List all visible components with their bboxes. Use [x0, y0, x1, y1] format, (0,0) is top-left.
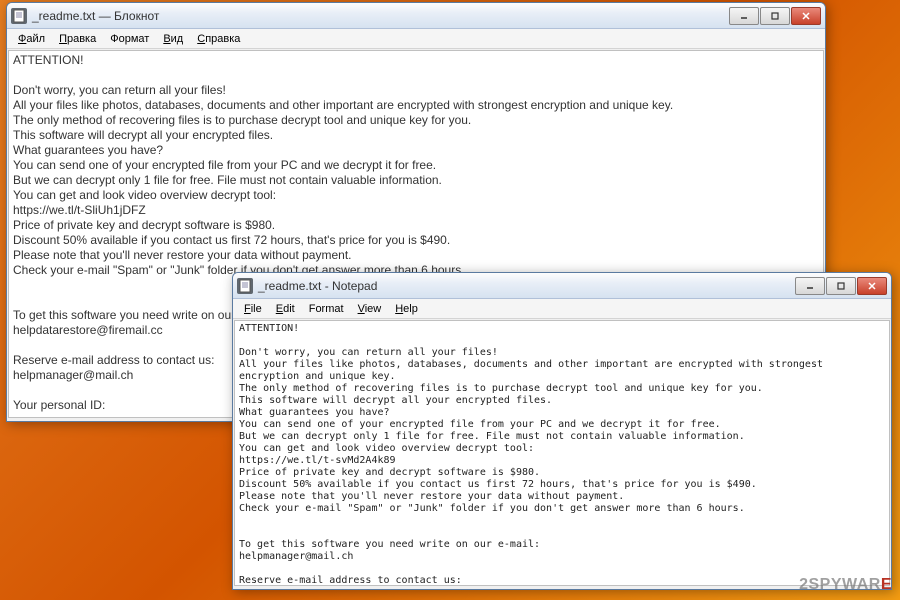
window-controls — [795, 277, 887, 295]
watermark: 2SPYWARE — [799, 576, 892, 594]
titlebar[interactable]: _readme.txt - Notepad — [233, 273, 891, 299]
menu-view[interactable]: View — [351, 301, 389, 317]
maximize-button[interactable] — [760, 7, 790, 25]
maximize-button[interactable] — [826, 277, 856, 295]
menu-view[interactable]: Вид — [156, 31, 190, 47]
menubar: Файл Правка Формат Вид Справка — [7, 29, 825, 49]
notepad-icon — [237, 278, 253, 294]
menu-edit[interactable]: Edit — [269, 301, 302, 317]
minimize-button[interactable] — [729, 7, 759, 25]
menu-format[interactable]: Format — [302, 301, 351, 317]
text-area[interactable]: ATTENTION! Don't worry, you can return a… — [234, 320, 890, 586]
menu-file[interactable]: File — [237, 301, 269, 317]
window-title: _readme.txt - Notepad — [258, 279, 795, 293]
window-controls — [729, 7, 821, 25]
notepad-window-en: _readme.txt - Notepad File Edit Format V… — [232, 272, 892, 590]
close-button[interactable] — [791, 7, 821, 25]
minimize-button[interactable] — [795, 277, 825, 295]
window-title: _readme.txt — Блокнот — [32, 9, 729, 23]
notepad-icon — [11, 8, 27, 24]
watermark-accent: E — [881, 576, 892, 593]
menubar: File Edit Format View Help — [233, 299, 891, 319]
menu-help[interactable]: Help — [388, 301, 425, 317]
menu-edit[interactable]: Правка — [52, 31, 103, 47]
close-button[interactable] — [857, 277, 887, 295]
titlebar[interactable]: _readme.txt — Блокнот — [7, 3, 825, 29]
menu-format[interactable]: Формат — [103, 31, 156, 47]
watermark-text: 2SPYWAR — [799, 576, 881, 593]
menu-file[interactable]: Файл — [11, 31, 52, 47]
menu-help[interactable]: Справка — [190, 31, 247, 47]
